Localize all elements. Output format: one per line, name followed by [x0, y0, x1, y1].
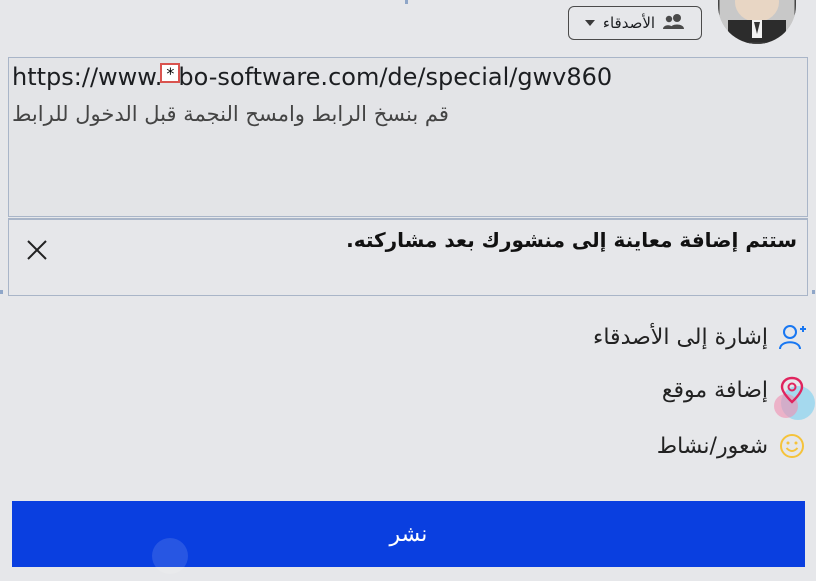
feeling-activity-label: شعور/نشاط: [656, 433, 768, 459]
tag-friends-action[interactable]: إشارة إلى الأصدقاء: [593, 323, 806, 351]
post-hint-text: قم بنسخ الرابط وامسح النجمة قبل الدخول ل…: [12, 102, 449, 126]
add-location-label: إضافة موقع: [661, 377, 768, 403]
touch-indicator: [152, 538, 188, 574]
audience-label: الأصدقاء: [602, 14, 656, 32]
url-prefix: https://www.: [12, 63, 163, 91]
tag-friends-label: إشارة إلى الأصدقاء: [593, 324, 768, 350]
avatar-image: [718, 0, 796, 44]
tag-friends-icon: [778, 323, 806, 351]
add-location-action[interactable]: إضافة موقع: [661, 376, 815, 420]
url-suffix: bo-software.com/de/special/gwv860: [178, 63, 613, 91]
audience-selector[interactable]: الأصدقاء: [568, 6, 702, 40]
post-button[interactable]: نشر: [12, 501, 805, 567]
avatar[interactable]: [718, 0, 796, 44]
edge-mark: [405, 0, 408, 4]
link-preview-notice: ستتم إضافة معاينة إلى منشورك بعد مشاركته…: [8, 218, 808, 296]
friends-icon: [663, 13, 685, 33]
feeling-activity-action[interactable]: شعور/نشاط: [657, 432, 806, 460]
chevron-down-icon: [584, 20, 595, 26]
edge-mark: [0, 290, 3, 294]
close-icon[interactable]: [25, 238, 49, 262]
post-text-area[interactable]: https://www. * bo-software.com/de/special/…: [8, 57, 808, 217]
preview-message: ستتم إضافة معاينة إلى منشورك بعد مشاركته…: [346, 228, 797, 252]
compose-post-screen: الأصدقاء https://www. * bo-software.com/de…: [0, 0, 816, 581]
location-pin-icon: [774, 376, 815, 420]
edge-mark: [812, 290, 815, 294]
post-url-text: https://www. * bo-software.com/de/special/…: [12, 63, 612, 91]
smiley-icon: [778, 432, 806, 460]
